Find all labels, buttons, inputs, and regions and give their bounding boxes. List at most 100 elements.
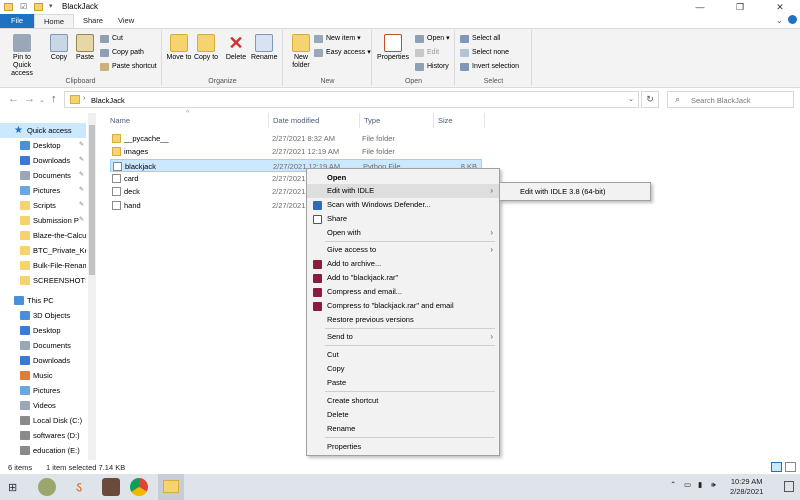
menu-add-archive[interactable]: Add to archive...: [307, 257, 499, 271]
open-button[interactable]: Open ▾: [415, 33, 450, 45]
column-date[interactable]: Date modified: [273, 116, 319, 125]
column-divider[interactable]: [268, 113, 269, 128]
history-button[interactable]: History: [415, 61, 449, 73]
menu-scan-defender[interactable]: Scan with Windows Defender...: [307, 198, 499, 212]
copy-path-button[interactable]: Copy path: [100, 47, 144, 59]
network-icon[interactable]: ▭: [684, 480, 691, 489]
nav-pc-item[interactable]: 3D Objects: [0, 308, 86, 323]
menu-edit-with-idle[interactable]: Edit with IDLE ›: [307, 184, 499, 198]
tab-home[interactable]: Home: [34, 14, 75, 28]
large-icons-view-icon[interactable]: [785, 462, 796, 472]
refresh-button[interactable]: ↻: [641, 91, 659, 108]
notification-icon[interactable]: [784, 481, 794, 492]
search-input[interactable]: ⌕ Search BlackJack: [667, 91, 794, 108]
nav-this-pc[interactable]: This PC: [0, 293, 86, 308]
nav-quick-item[interactable]: Scripts ✎: [0, 198, 86, 213]
nav-pc-item[interactable]: Downloads: [0, 353, 86, 368]
menu-paste[interactable]: Paste: [307, 376, 499, 390]
delete-button[interactable]: ✕ Delete: [223, 34, 249, 62]
menu-delete[interactable]: Delete: [307, 408, 499, 422]
ribbon-collapse-icon[interactable]: ⌄: [776, 16, 783, 25]
start-windows-icon[interactable]: ⊞: [8, 481, 17, 494]
app-icon-2[interactable]: ऽ: [70, 478, 88, 496]
forward-arrow-icon[interactable]: →: [24, 93, 35, 105]
nav-pc-item[interactable]: Desktop: [0, 323, 86, 338]
details-view-icon[interactable]: [771, 462, 782, 472]
menu-rename[interactable]: Rename: [307, 422, 499, 436]
paste-button[interactable]: Paste: [72, 34, 98, 62]
clock[interactable]: 10:29 AM 2/28/2021: [730, 477, 763, 497]
new-folder-button[interactable]: New folder: [288, 34, 314, 70]
copy-to-button[interactable]: Copy to: [193, 34, 219, 62]
nav-pc-item[interactable]: Pictures: [0, 383, 86, 398]
properties-button[interactable]: Properties: [377, 34, 409, 62]
nav-pc-item[interactable]: education (E:): [0, 443, 86, 458]
back-arrow-icon[interactable]: ←: [8, 93, 19, 105]
maximize-button[interactable]: ❐: [720, 0, 760, 14]
address-bar[interactable]: › BlackJack ⌄: [64, 91, 639, 108]
paste-shortcut-button[interactable]: Paste shortcut: [100, 61, 157, 73]
quick-access-dropdown-icon[interactable]: ▾: [49, 2, 53, 10]
nav-pc-item[interactable]: softwares (D:): [0, 428, 86, 443]
cut-button[interactable]: Cut: [100, 33, 123, 45]
menu-add-rar[interactable]: Add to "blackjack.rar": [307, 271, 499, 285]
select-all-button[interactable]: Select all: [460, 33, 500, 45]
easy-access-button[interactable]: Easy access ▾: [314, 47, 371, 59]
address-dropdown-icon[interactable]: ⌄: [628, 95, 634, 103]
nav-pc-item[interactable]: Local Disk (C:): [0, 413, 86, 428]
menu-give-access[interactable]: Give access to ›: [307, 243, 499, 257]
volume-icon[interactable]: 🕪: [711, 480, 716, 490]
menu-open[interactable]: Open: [307, 171, 499, 185]
up-arrow-icon[interactable]: ↑: [51, 93, 57, 105]
copy-button[interactable]: Copy: [46, 34, 72, 62]
menu-compress-rar-email[interactable]: Compress to "blackjack.rar" and email: [307, 299, 499, 313]
menu-compress-email[interactable]: Compress and email...: [307, 285, 499, 299]
app-icon-3[interactable]: [102, 478, 120, 496]
file-row[interactable]: __pycache__ 2/27/2021 8:32 AM File folder: [110, 132, 482, 145]
nav-scrollbar-thumb[interactable]: [89, 125, 95, 275]
nav-quick-item[interactable]: BTC_Private_Key_: [0, 243, 86, 258]
chrome-icon[interactable]: [130, 478, 148, 496]
column-size[interactable]: Size: [438, 116, 453, 125]
recent-locations-icon[interactable]: ⌄: [39, 96, 45, 104]
close-button[interactable]: ✕: [760, 0, 800, 14]
edit-button[interactable]: Edit: [415, 47, 439, 59]
column-divider[interactable]: [433, 113, 434, 128]
invert-selection-button[interactable]: Invert selection: [460, 61, 519, 73]
battery-icon[interactable]: ▮: [698, 480, 702, 489]
properties-quick-icon[interactable]: ☑: [20, 2, 27, 11]
pin-quick-access-button[interactable]: Pin to Quick access: [4, 34, 40, 78]
nav-quick-item[interactable]: Desktop ✎: [0, 138, 86, 153]
column-name[interactable]: Name: [110, 116, 130, 125]
menu-send-to[interactable]: Send to ›: [307, 330, 499, 344]
menu-copy[interactable]: Copy: [307, 362, 499, 376]
tab-file[interactable]: File: [0, 14, 34, 28]
tab-view[interactable]: View: [109, 14, 143, 28]
nav-pc-item[interactable]: Documents: [0, 338, 86, 353]
breadcrumb[interactable]: BlackJack: [91, 96, 125, 105]
new-item-button[interactable]: New item ▾: [314, 33, 361, 45]
nav-pc-item[interactable]: Music: [0, 368, 86, 383]
menu-cut[interactable]: Cut: [307, 348, 499, 362]
column-divider[interactable]: [359, 113, 360, 128]
nav-quick-item[interactable]: Documents ✎: [0, 168, 86, 183]
nav-quick-item[interactable]: Submission P ✎: [0, 213, 86, 228]
help-icon[interactable]: [788, 15, 797, 24]
nav-pc-item[interactable]: Videos: [0, 398, 86, 413]
tray-overflow-icon[interactable]: ⌃: [670, 480, 676, 489]
column-divider[interactable]: [484, 113, 485, 128]
menu-create-shortcut[interactable]: Create shortcut: [307, 394, 499, 408]
nav-quick-item[interactable]: Bulk-File-Renam: [0, 258, 86, 273]
nav-quick-item[interactable]: Downloads ✎: [0, 153, 86, 168]
menu-edit-with-idle-38[interactable]: Edit with IDLE 3.8 (64-bit): [520, 187, 605, 196]
nav-quick-access[interactable]: ★ Quick access: [0, 123, 86, 138]
new-folder-quick-icon[interactable]: [34, 3, 43, 11]
menu-restore-versions[interactable]: Restore previous versions: [307, 313, 499, 327]
menu-properties[interactable]: Properties: [307, 440, 499, 454]
move-to-button[interactable]: Move to: [166, 34, 192, 62]
nav-quick-item[interactable]: Pictures ✎: [0, 183, 86, 198]
menu-open-with[interactable]: Open with ›: [307, 226, 499, 240]
menu-share[interactable]: Share: [307, 212, 499, 226]
select-none-button[interactable]: Select none: [460, 47, 509, 59]
nav-quick-item[interactable]: SCREENSHOTS: [0, 273, 86, 288]
